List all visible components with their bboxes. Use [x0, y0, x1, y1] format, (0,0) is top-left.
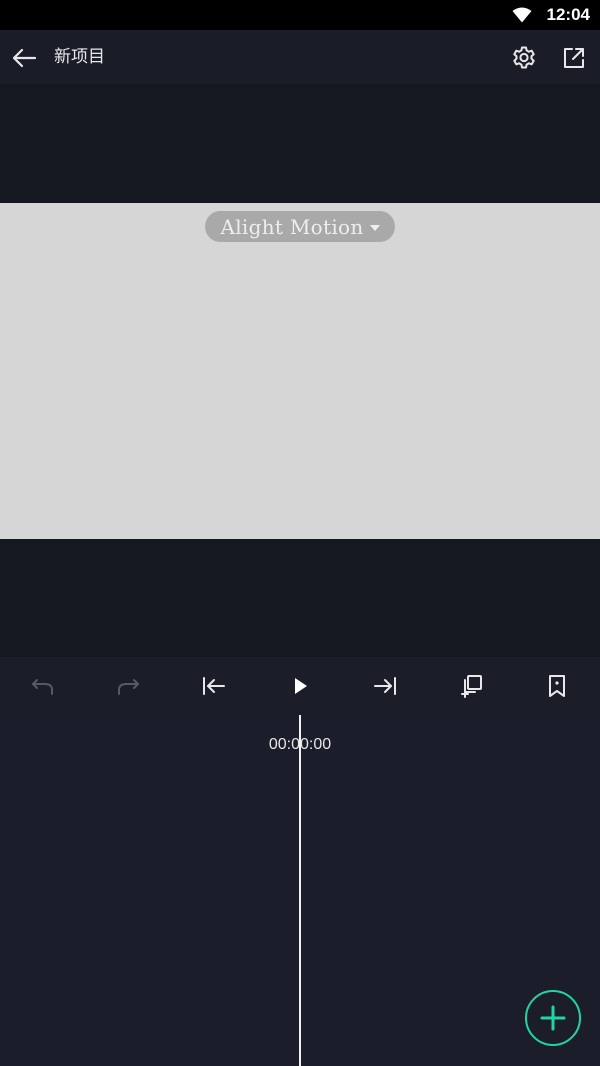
undo-icon [32, 679, 53, 695]
caret-down-icon [369, 224, 380, 231]
add-layer-button[interactable] [525, 990, 581, 1046]
project-canvas[interactable] [0, 203, 600, 539]
status-bar: 12:04 [0, 0, 600, 30]
skip-to-start-icon [203, 677, 225, 695]
redo-button[interactable] [112, 670, 144, 702]
status-time: 12:04 [546, 5, 590, 24]
export-button[interactable] [558, 42, 590, 74]
duplicate-icon [461, 675, 482, 698]
watermark-label: Alight Motion [220, 214, 364, 239]
watermark-badge[interactable]: Alight Motion [205, 211, 395, 242]
arrow-left-icon [12, 48, 37, 68]
duplicate-button[interactable] [456, 670, 488, 702]
skip-to-start-button[interactable] [197, 670, 229, 702]
top-app-bar: 新项目 [0, 30, 600, 84]
bookmark-button[interactable] [541, 670, 573, 702]
project-title: 新项目 [54, 47, 105, 67]
gear-icon [513, 46, 535, 69]
wifi-icon [512, 7, 532, 23]
undo-button[interactable] [27, 670, 59, 702]
play-icon [295, 678, 307, 694]
bookmark-icon [549, 675, 565, 697]
export-icon [564, 48, 584, 68]
redo-icon [118, 679, 139, 695]
skip-to-end-button[interactable] [370, 670, 402, 702]
play-button[interactable] [284, 670, 316, 702]
back-button[interactable] [8, 42, 40, 74]
settings-button[interactable] [508, 42, 540, 74]
plus-icon [540, 1005, 566, 1031]
skip-to-end-icon [374, 677, 396, 695]
playhead[interactable] [299, 715, 301, 1066]
playback-toolbar [0, 657, 600, 715]
